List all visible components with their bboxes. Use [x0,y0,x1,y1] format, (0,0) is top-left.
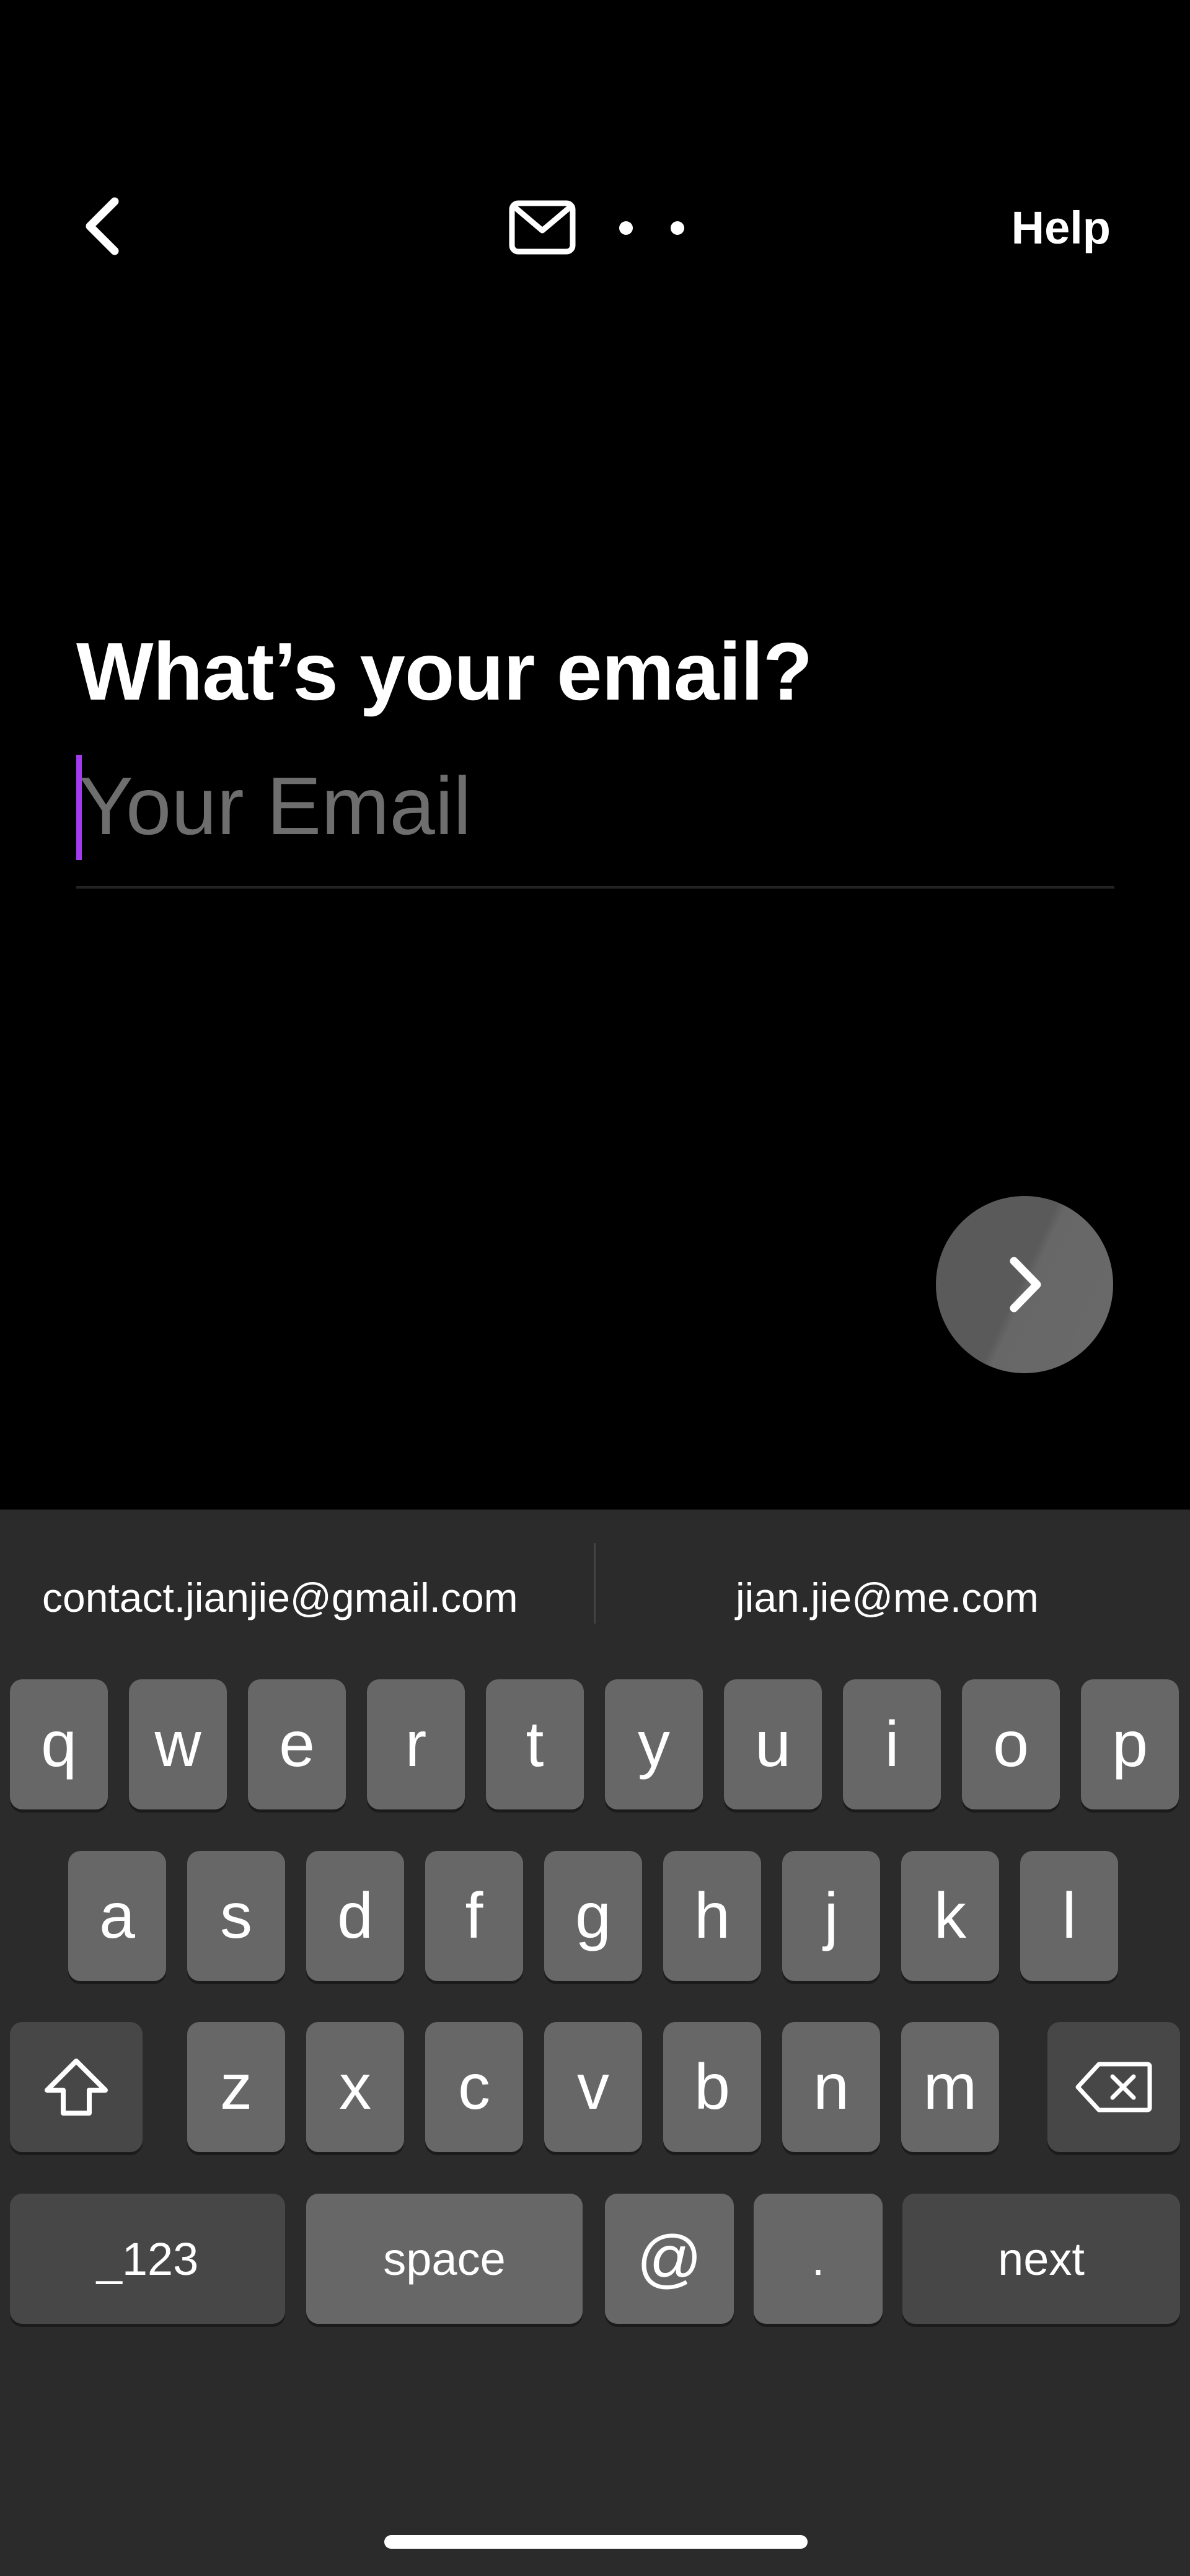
back-button[interactable] [68,192,136,260]
key-l[interactable]: l [1020,1851,1118,1981]
backspace-key[interactable] [1047,2022,1180,2152]
email-field-container [76,750,1117,889]
key-f[interactable]: f [425,1851,523,1981]
key-w[interactable]: w [129,1679,227,1809]
text-cursor [76,755,82,860]
key-z[interactable]: z [187,2022,285,2152]
key-g[interactable]: g [544,1851,642,1981]
shift-key[interactable] [10,2022,143,2152]
chevron-right-icon [1010,1257,1041,1312]
page-title: What’s your email? [76,626,813,717]
key-i[interactable]: i [843,1679,941,1809]
email-field-underline [76,886,1114,889]
signup-progress [508,198,576,257]
key-c[interactable]: c [425,2022,523,2152]
key-s[interactable]: s [187,1851,285,1981]
key-k[interactable]: k [901,1851,999,1981]
continue-button[interactable] [936,1196,1113,1373]
key-u[interactable]: u [724,1679,822,1809]
period-key[interactable]: . [754,2194,883,2324]
shift-icon [45,2059,108,2116]
chevron-left-icon [86,197,119,255]
mail-icon [509,200,576,255]
progress-step-dot [671,221,684,235]
autofill-suggestion[interactable]: jian.jie@me.com [736,1574,1039,1621]
next-key[interactable]: next [902,2194,1180,2324]
space-key[interactable]: space [306,2194,583,2324]
key-d[interactable]: d [306,1851,404,1981]
key-a[interactable]: a [68,1851,166,1981]
help-link[interactable]: Help [1011,201,1111,254]
key-n[interactable]: n [782,2022,880,2152]
key-h[interactable]: h [663,1851,761,1981]
key-r[interactable]: r [367,1679,465,1809]
key-j[interactable]: j [782,1851,880,1981]
email-field[interactable] [76,750,1117,861]
progress-step-dot [619,221,633,235]
autofill-suggestion[interactable]: contact.jianjie@gmail.com [42,1574,518,1621]
home-indicator [384,2535,808,2549]
key-x[interactable]: x [306,2022,404,2152]
at-key[interactable]: @ [605,2194,734,2324]
key-y[interactable]: y [605,1679,703,1809]
suggestion-divider [594,1543,596,1624]
key-p[interactable]: p [1081,1679,1179,1809]
key-o[interactable]: o [962,1679,1060,1809]
backspace-icon [1075,2062,1152,2112]
key-v[interactable]: v [544,2022,642,2152]
key-m[interactable]: m [901,2022,999,2152]
numbers-key[interactable]: _123 [10,2194,285,2324]
key-b[interactable]: b [663,2022,761,2152]
key-q[interactable]: q [10,1679,108,1809]
key-e[interactable]: e [248,1679,346,1809]
key-t[interactable]: t [486,1679,584,1809]
